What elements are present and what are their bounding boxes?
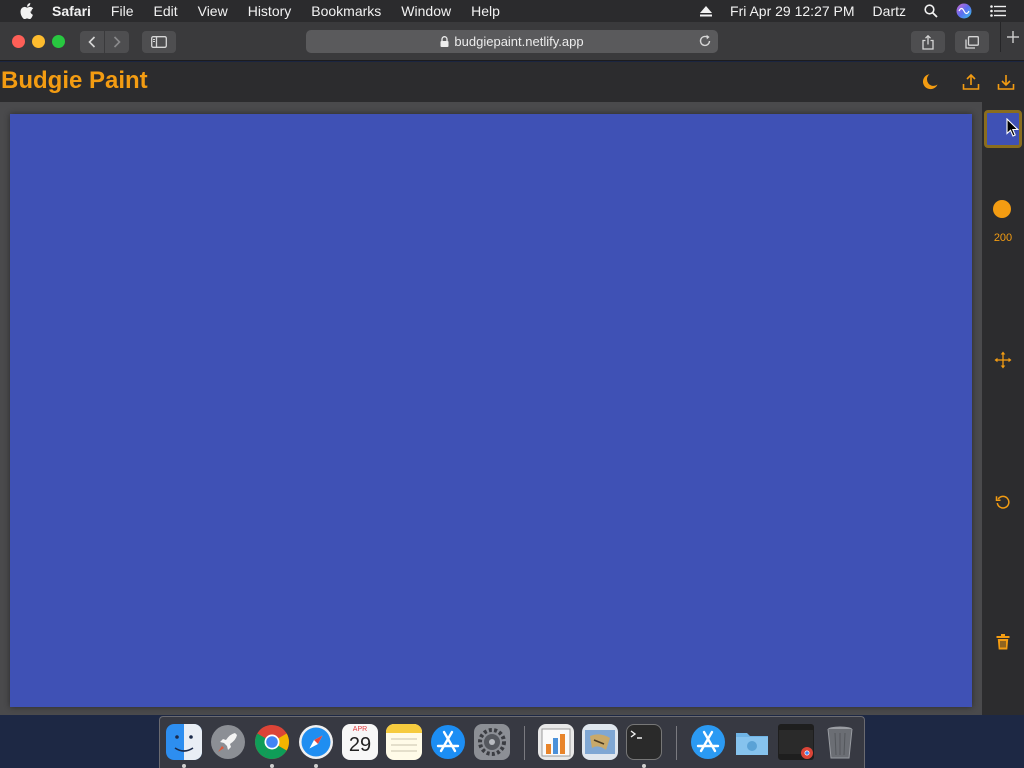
menu-user[interactable]: Dartz	[873, 3, 906, 19]
workspace	[0, 102, 982, 715]
tabs-icon	[965, 35, 979, 49]
spotlight-search-icon[interactable]	[924, 4, 938, 18]
brush-size-icon[interactable]	[993, 200, 1011, 218]
menu-edit[interactable]: Edit	[153, 3, 177, 19]
mouse-pointer-icon	[1006, 117, 1020, 142]
back-button[interactable]	[80, 31, 104, 53]
app-store-icon[interactable]	[430, 724, 466, 760]
move-icon[interactable]	[993, 350, 1013, 370]
menu-view[interactable]: View	[198, 3, 228, 19]
running-indicator	[642, 764, 646, 768]
numbers-icon[interactable]	[538, 724, 574, 760]
notes-icon[interactable]	[386, 724, 422, 760]
menu-datetime[interactable]: Fri Apr 29 12:27 PM	[730, 3, 855, 19]
tabs-overview-button[interactable]	[955, 31, 989, 53]
sidebar-button[interactable]	[142, 31, 176, 53]
calendar-icon[interactable]: APR 29	[342, 724, 378, 760]
menu-history[interactable]: History	[248, 3, 292, 19]
menu-app-name[interactable]: Safari	[52, 3, 91, 19]
share-icon	[922, 34, 934, 50]
app-title: Budgie Paint	[1, 67, 148, 94]
running-indicator	[182, 764, 186, 768]
forward-button[interactable]	[105, 31, 129, 53]
brush-size-value: 200	[993, 232, 1013, 244]
dock: APR 29	[159, 716, 865, 768]
running-indicator	[314, 764, 318, 768]
launchpad-icon[interactable]	[210, 724, 246, 760]
forward-icon	[113, 36, 121, 48]
fullscreen-window-button[interactable]	[52, 35, 65, 48]
close-window-button[interactable]	[12, 35, 25, 48]
download-icon[interactable]	[996, 72, 1016, 92]
url-text: budgiepaint.netlify.app	[454, 34, 584, 49]
control-center-icon[interactable]	[990, 5, 1006, 17]
minimize-window-button[interactable]	[32, 35, 45, 48]
system-preferences-icon[interactable]	[474, 724, 510, 760]
browser-toolbar: budgiepaint.netlify.app	[0, 22, 1024, 61]
reload-icon[interactable]	[698, 34, 712, 51]
upload-icon[interactable]	[961, 72, 981, 92]
paint-canvas[interactable]	[10, 114, 972, 707]
downloads-folder-icon[interactable]	[734, 724, 770, 760]
apple-icon[interactable]	[20, 3, 34, 19]
chrome-icon[interactable]	[254, 724, 290, 760]
share-button[interactable]	[911, 31, 945, 53]
new-tab-button[interactable]	[1000, 22, 1024, 52]
calendar-day: 29	[348, 734, 372, 756]
trash-bin-icon[interactable]	[822, 724, 858, 760]
menu-bar: Safari File Edit View History Bookmarks …	[0, 0, 1024, 22]
menu-file[interactable]: File	[111, 3, 134, 19]
app-store-icon[interactable]	[690, 724, 726, 760]
safari-icon[interactable]	[298, 724, 334, 760]
finder-icon[interactable]	[166, 724, 202, 760]
new-tab-icon	[1006, 31, 1019, 43]
menu-bookmarks[interactable]: Bookmarks	[311, 3, 381, 19]
back-icon	[88, 36, 96, 48]
trash-icon[interactable]	[993, 632, 1013, 652]
address-bar[interactable]: budgiepaint.netlify.app	[306, 30, 718, 53]
reset-icon[interactable]	[993, 492, 1013, 512]
dock-separator	[524, 726, 525, 760]
menu-help[interactable]: Help	[471, 3, 500, 19]
mail-icon[interactable]	[582, 724, 618, 760]
siri-icon[interactable]	[956, 3, 972, 19]
eject-icon[interactable]	[700, 5, 713, 17]
running-indicator	[270, 764, 274, 768]
dock-separator	[676, 726, 677, 760]
lock-icon	[440, 36, 449, 47]
menu-window[interactable]: Window	[401, 3, 451, 19]
sidebar-icon	[151, 36, 167, 48]
tool-sidebar: 200	[982, 102, 1024, 715]
calendar-month: APR	[352, 726, 368, 733]
dark-mode-moon-icon[interactable]	[920, 72, 940, 92]
app-header: Budgie Paint	[0, 62, 1024, 102]
terminal-icon[interactable]	[626, 724, 662, 760]
chrome-window-icon[interactable]	[778, 724, 814, 760]
